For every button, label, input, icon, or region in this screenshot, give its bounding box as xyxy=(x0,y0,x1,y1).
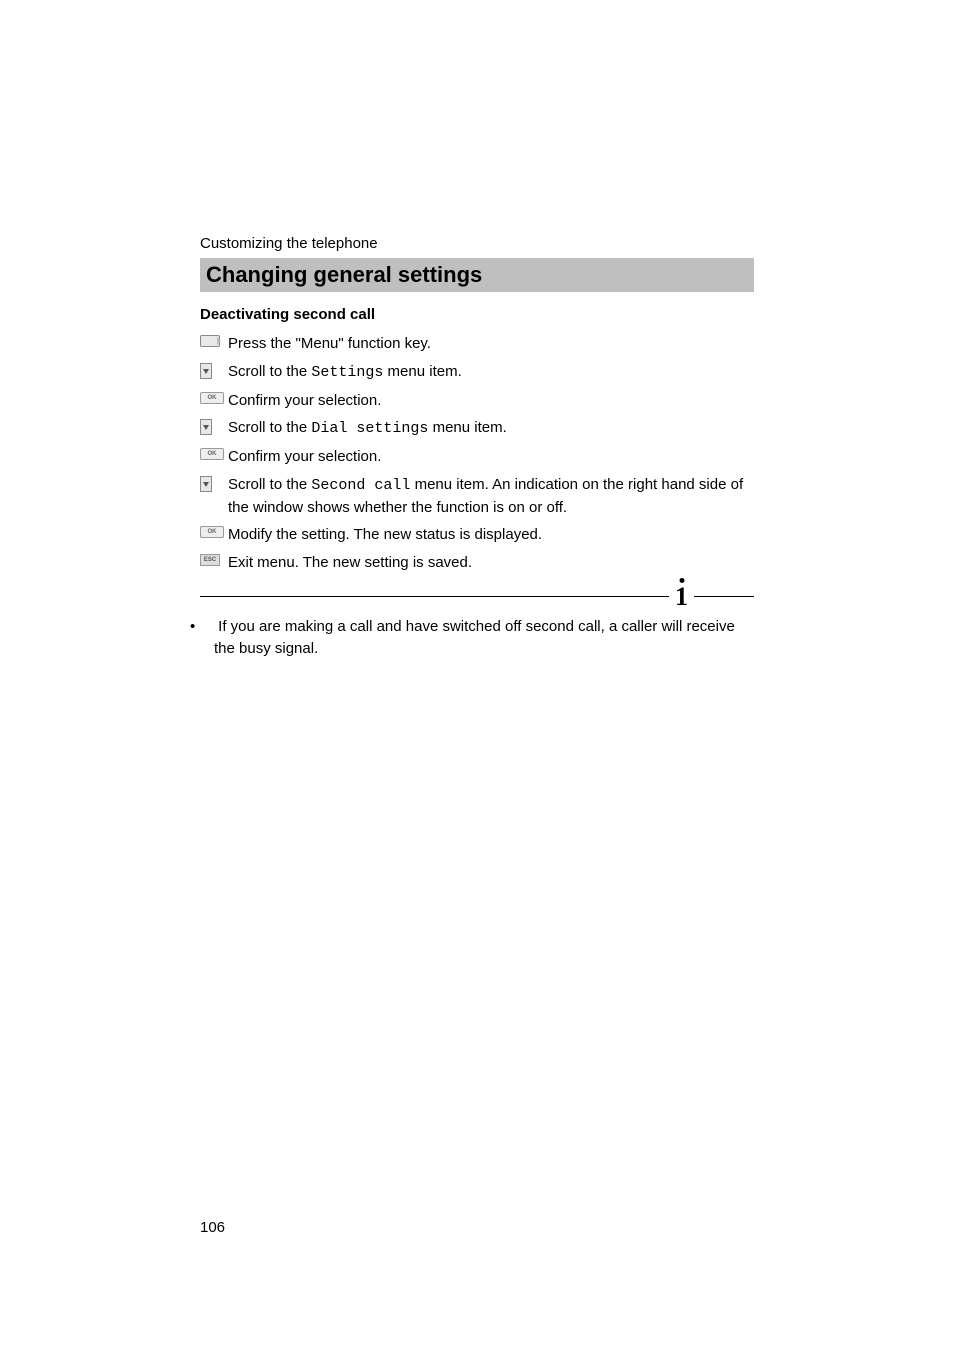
instruction-step: Scroll to the Second call menu item. An … xyxy=(200,474,754,519)
instruction-step: OK Modify the setting. The new status is… xyxy=(200,524,754,546)
step-text: Modify the setting. The new status is di… xyxy=(228,524,754,546)
ok-key-icon: OK xyxy=(200,446,228,460)
step-suffix: menu item. xyxy=(383,363,461,380)
step-text: Scroll to the Settings menu item. xyxy=(228,361,754,384)
ok-key-icon: OK xyxy=(200,390,228,404)
step-text: Confirm your selection. xyxy=(228,390,754,412)
instruction-step: ESC Exit menu. The new setting is saved. xyxy=(200,552,754,574)
divider-line xyxy=(694,596,754,597)
instruction-step: Scroll to the Settings menu item. xyxy=(200,361,754,384)
instruction-step: Scroll to the Dial settings menu item. xyxy=(200,417,754,440)
section-heading: Changing general settings xyxy=(200,258,754,292)
step-text: Scroll to the Second call menu item. An … xyxy=(228,474,754,519)
divider-line xyxy=(200,596,669,597)
info-icon: 1 xyxy=(675,588,688,606)
step-text: Exit menu. The new setting is saved. xyxy=(228,552,754,574)
page-number: 106 xyxy=(200,1219,225,1236)
step-text: Scroll to the Dial settings menu item. xyxy=(228,417,754,440)
subsection-heading: Deactivating second call xyxy=(200,306,754,323)
ok-key-icon: OK xyxy=(200,524,228,538)
info-divider: 1 xyxy=(200,588,754,606)
step-prefix: Scroll to the xyxy=(228,363,311,380)
bullet-icon: • xyxy=(202,616,214,638)
function-key-icon xyxy=(200,333,228,347)
note-text: If you are making a call and have switch… xyxy=(214,618,735,657)
instruction-step: Press the "Menu" function key. xyxy=(200,333,754,355)
step-text: Press the "Menu" function key. xyxy=(228,333,754,355)
instruction-step: OK Confirm your selection. xyxy=(200,446,754,468)
menu-name: Settings xyxy=(311,364,383,381)
scroll-down-icon xyxy=(200,417,228,435)
document-page: Customizing the telephone Changing gener… xyxy=(0,0,954,1350)
step-text: Confirm your selection. xyxy=(228,446,754,468)
breadcrumb: Customizing the telephone xyxy=(200,235,754,252)
instruction-step: OK Confirm your selection. xyxy=(200,390,754,412)
note-item: • If you are making a call and have swit… xyxy=(200,616,754,660)
menu-name: Dial settings xyxy=(311,420,428,437)
scroll-down-icon xyxy=(200,361,228,379)
esc-key-icon: ESC xyxy=(200,552,228,566)
menu-name: Second call xyxy=(311,477,410,494)
step-suffix: menu item. xyxy=(428,419,506,436)
step-prefix: Scroll to the xyxy=(228,419,311,436)
step-prefix: Scroll to the xyxy=(228,476,311,493)
scroll-down-icon xyxy=(200,474,228,492)
